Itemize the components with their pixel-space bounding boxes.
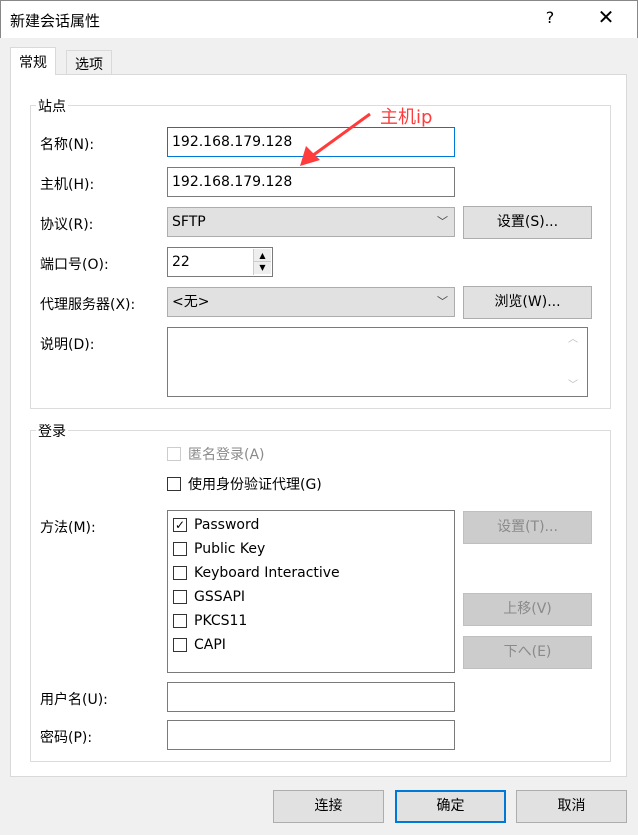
window-title: 新建会话属性 <box>10 12 101 30</box>
checkbox-icon <box>173 566 187 580</box>
anonymous-checkbox[interactable]: 匿名登录(A) <box>167 442 265 466</box>
proxy-browse-button[interactable]: 浏览(W)... <box>463 286 592 319</box>
protocol-label: 协议(R): <box>40 217 94 233</box>
username-input[interactable] <box>167 682 455 712</box>
checkbox-icon <box>167 477 181 491</box>
agent-label: 使用身份验证代理(G) <box>188 477 322 493</box>
annotation-arrow-icon <box>300 112 371 166</box>
method-label: 方法(M): <box>40 520 96 536</box>
method-item-capi[interactable]: CAPI <box>173 633 449 657</box>
scroll-up-icon[interactable]: ︿ <box>568 330 578 345</box>
description-textarea[interactable] <box>167 327 588 397</box>
checkbox-icon <box>167 447 181 461</box>
password-input[interactable] <box>167 720 455 750</box>
checkbox-icon <box>173 542 187 556</box>
move-up-button[interactable]: 上移(V) <box>463 593 592 626</box>
anonymous-label: 匿名登录(A) <box>188 447 265 463</box>
chevron-down-icon: ﹀ <box>437 215 448 228</box>
method-list[interactable]: ✓ Password Public Key Keyboard Interactiv… <box>167 510 455 673</box>
annotation-text: 主机ip <box>380 107 433 128</box>
protocol-select[interactable]: SFTP ﹀ <box>167 207 455 237</box>
tab-general[interactable]: 常规 <box>10 47 56 75</box>
name-label: 名称(N): <box>40 137 95 153</box>
proxy-label: 代理服务器(X): <box>40 297 136 313</box>
method-item-keyboard-interactive[interactable]: Keyboard Interactive <box>173 561 449 585</box>
host-label: 主机(H): <box>40 177 95 193</box>
proxy-select[interactable]: <无> ﹀ <box>167 287 455 317</box>
tab-options[interactable]: 选项 <box>66 50 112 74</box>
spin-down-icon[interactable]: ▼ <box>254 262 271 274</box>
port-stepper[interactable]: ▲ ▼ <box>253 249 271 275</box>
site-group-label: 站点 <box>36 96 68 116</box>
method-label-text: Password <box>194 517 260 533</box>
agent-checkbox[interactable]: 使用身份验证代理(G) <box>167 472 322 496</box>
close-button[interactable]: ✕ <box>594 5 618 29</box>
method-label-text: CAPI <box>194 637 226 653</box>
cancel-button[interactable]: 取消 <box>516 790 627 823</box>
login-group-label: 登录 <box>36 421 68 441</box>
scroll-down-icon[interactable]: ﹀ <box>568 376 578 391</box>
method-label-text: Public Key <box>194 541 266 557</box>
checkbox-icon <box>173 638 187 652</box>
ok-button[interactable]: 确定 <box>395 790 506 823</box>
move-down-button[interactable]: 下へ(E) <box>463 636 592 669</box>
check-icon: ✓ <box>173 518 187 532</box>
password-label: 密码(P): <box>40 730 93 746</box>
host-input[interactable]: 192.168.179.128 <box>167 167 455 197</box>
spin-up-icon[interactable]: ▲ <box>254 249 271 262</box>
checkbox-icon <box>173 614 187 628</box>
port-value: 22 <box>172 254 190 270</box>
proxy-value: <无> <box>172 294 210 310</box>
method-item-public-key[interactable]: Public Key <box>173 537 449 561</box>
method-label-text: GSSAPI <box>194 589 246 605</box>
method-item-password[interactable]: ✓ Password <box>173 513 449 537</box>
protocol-value: SFTP <box>172 214 206 230</box>
protocol-settings-button[interactable]: 设置(S)... <box>463 206 592 239</box>
method-label-text: Keyboard Interactive <box>194 565 340 581</box>
port-input[interactable]: 22 ▲ ▼ <box>167 247 273 277</box>
connect-button[interactable]: 连接 <box>273 790 384 823</box>
port-label: 端口号(O): <box>40 257 109 273</box>
method-settings-button[interactable]: 设置(T)... <box>463 511 592 544</box>
help-button[interactable]: ? <box>540 8 560 27</box>
description-label: 说明(D): <box>40 337 95 353</box>
checkbox-icon <box>173 590 187 604</box>
chevron-down-icon: ﹀ <box>437 295 448 308</box>
method-item-gssapi[interactable]: GSSAPI <box>173 585 449 609</box>
method-label-text: PKCS11 <box>194 613 248 629</box>
username-label: 用户名(U): <box>40 692 108 708</box>
method-item-pkcs11[interactable]: PKCS11 <box>173 609 449 633</box>
